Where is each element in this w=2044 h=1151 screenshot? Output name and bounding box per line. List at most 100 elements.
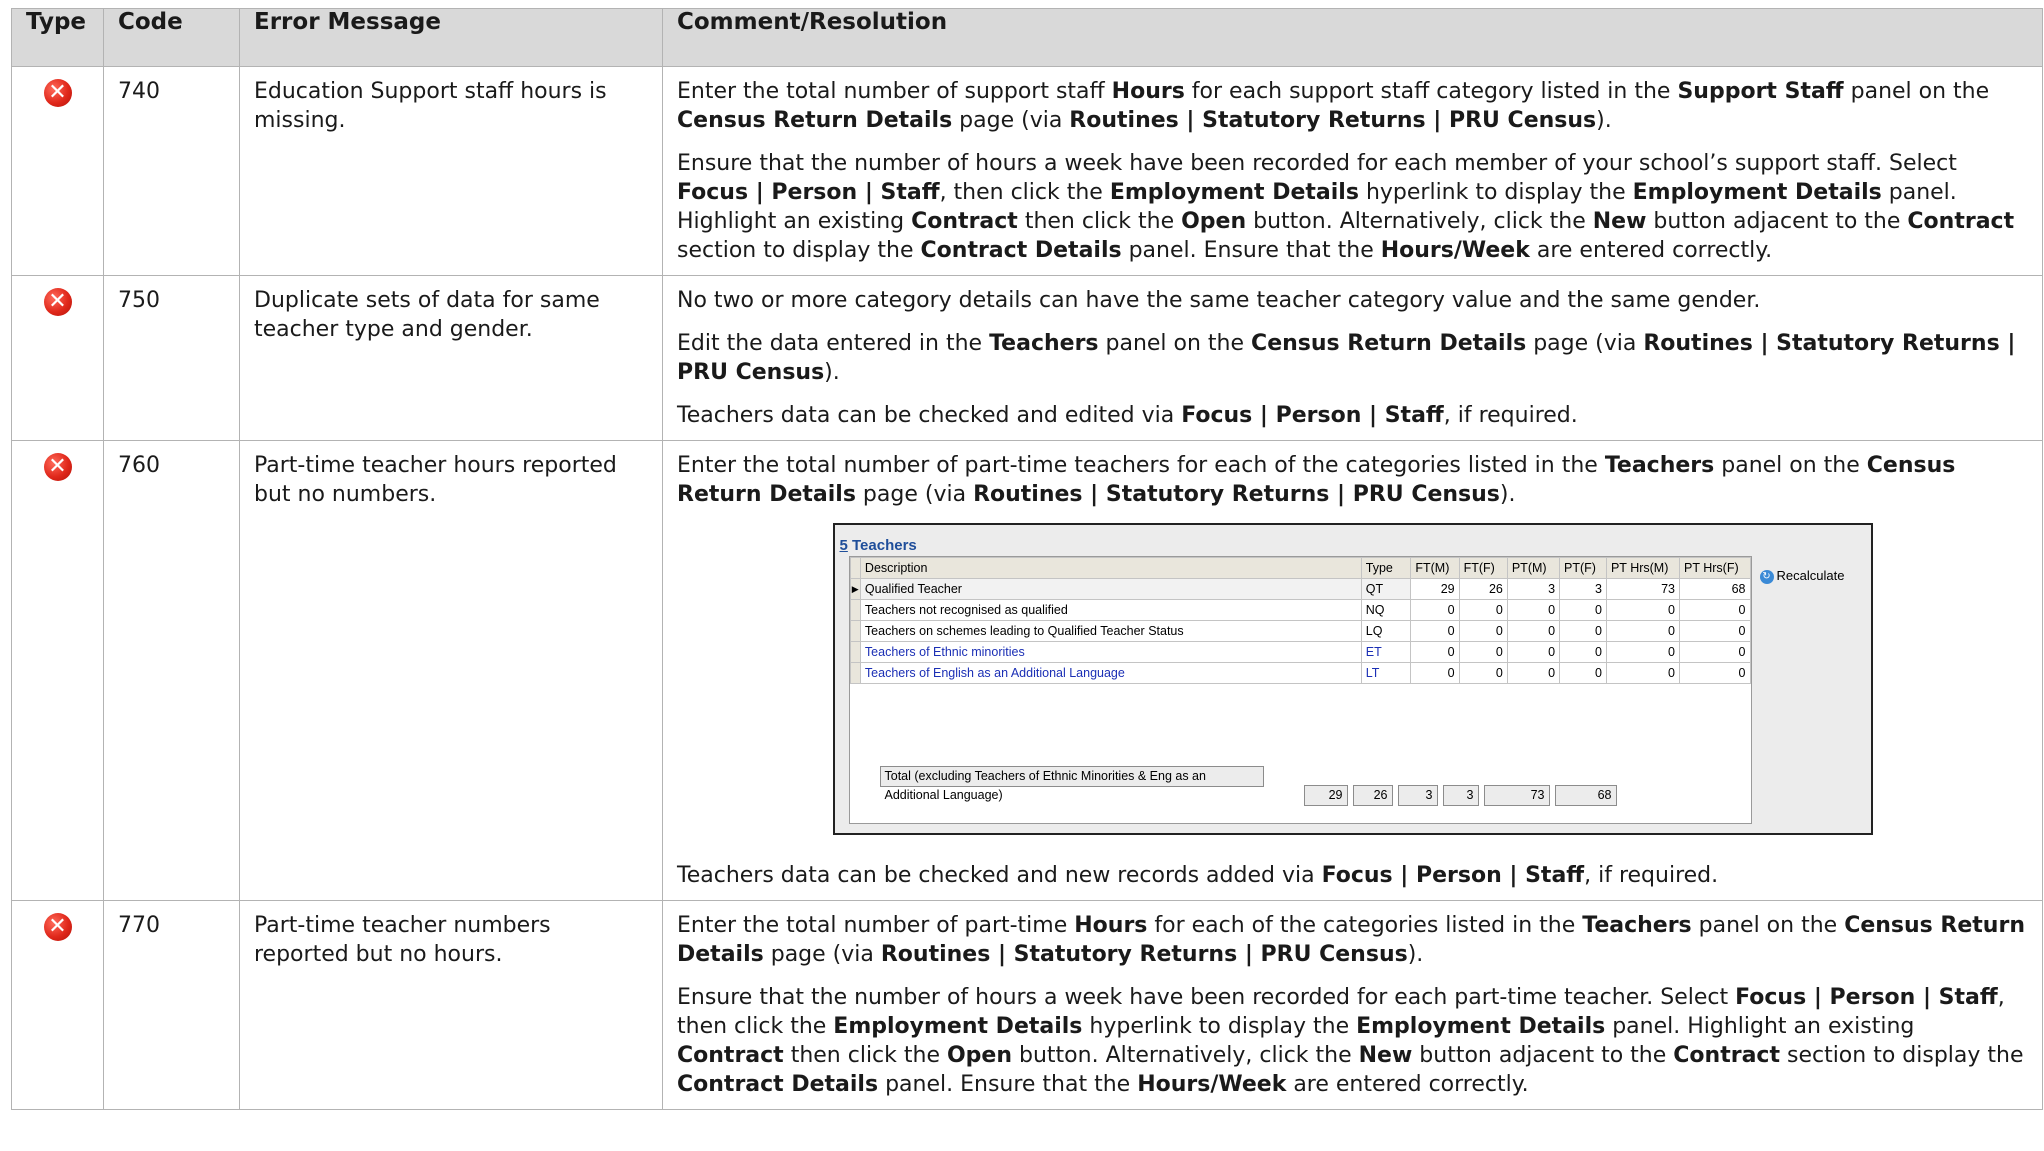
text-run: section to display the	[1779, 1043, 2024, 1068]
bold-text: New	[1358, 1043, 1413, 1068]
text-run: are entered correctly.	[1529, 238, 1773, 263]
total-value: 73	[1483, 785, 1550, 806]
row-type: QT	[1360, 578, 1412, 600]
text-run: for each support staff category listed i…	[1184, 79, 1678, 104]
row-description: Teachers of Ethnic minorities	[859, 641, 1362, 663]
row-selector	[849, 620, 861, 642]
table-row: ✕ 770 Part-time teacher numbers reported b…	[11, 900, 2043, 1110]
text-run: Ensure that the number of hours a week h…	[677, 151, 1957, 176]
table-row: ✕ 750 Duplicate sets of data for same teac…	[11, 275, 2043, 441]
text-run: ).	[1499, 482, 1516, 507]
error-icon: ✕	[43, 913, 72, 941]
row-value: 0	[1605, 599, 1681, 621]
row-selector	[849, 662, 861, 684]
bold-text: Employment Details	[1356, 1014, 1606, 1039]
code-cell: 750	[103, 275, 240, 441]
column-header: FT(F)	[1458, 557, 1508, 579]
row-value: 0	[1506, 662, 1561, 684]
text-run: page (via	[855, 482, 974, 507]
text-run: for each of the categories listed in the	[1147, 913, 1583, 938]
bold-text: Teachers	[1582, 913, 1692, 938]
bold-text: Focus | Person | Staff	[1735, 985, 1998, 1010]
text-run: page (via	[1526, 331, 1644, 356]
row-value: 3	[1506, 578, 1561, 600]
teachers-grid-header: Description Type FT(M) FT(F) PT(M) PT(F) PT Hr…	[849, 557, 1751, 579]
row-value: 0	[1605, 662, 1681, 684]
text-run: Enter the total number of part-time	[677, 913, 1075, 938]
bold-text: Contract Details	[920, 238, 1122, 263]
teachers-grid-row: ▶ Qualified Teacher QT 29 26 3 3 73 68	[849, 578, 1751, 600]
bold-text: Teachers	[1604, 453, 1715, 478]
total-value: 26	[1352, 785, 1393, 806]
row-selector	[849, 599, 861, 621]
comment-paragraph: Enter the total number of part-time teac…	[677, 451, 2028, 509]
row-description: Teachers not recognised as qualified	[859, 599, 1362, 621]
column-header: PT(F)	[1559, 557, 1607, 579]
row-type: LQ	[1360, 620, 1412, 642]
text-run: then click the	[783, 1043, 947, 1068]
row-value: 0	[1559, 641, 1607, 663]
error-message-cell: Part-time teacher hours reported but no …	[239, 440, 663, 901]
panel-number: 5	[839, 537, 848, 554]
error-message-cell: Part-time teacher numbers reported but n…	[239, 900, 663, 1110]
text-run: panel on the	[1691, 913, 1845, 938]
row-value: 0	[1458, 620, 1508, 642]
teachers-grid-row: Teachers of English as an Additional Lan…	[849, 662, 1751, 684]
row-value: 0	[1410, 662, 1460, 684]
type-cell: ✕	[11, 275, 104, 441]
text-run: panel on the	[1714, 453, 1867, 478]
error-icon: ✕	[43, 453, 72, 481]
comment-cell: No two or more category details can have…	[662, 275, 2043, 441]
row-value: 68	[1679, 578, 1751, 600]
total-value: 3	[1397, 785, 1438, 806]
comment-paragraph: Enter the total number of part-time Hour…	[677, 911, 2028, 969]
text-run: then click the	[1017, 209, 1182, 234]
bold-text: Employment Details	[1632, 180, 1882, 205]
bold-text: Focus | Person | Staff	[1321, 863, 1585, 888]
type-cell: ✕	[11, 66, 104, 276]
bold-text: Hours	[1074, 913, 1148, 938]
text-run: panel. Ensure that the	[1121, 238, 1381, 263]
recalculate-button[interactable]: ↻ Recalculate	[1759, 561, 1844, 590]
total-value: 3	[1442, 785, 1479, 806]
comment-paragraph: Ensure that the number of hours a week h…	[677, 149, 2028, 265]
text-run: Teachers data can be checked and new rec…	[677, 863, 1322, 888]
header-type: Type	[11, 8, 104, 67]
text-run: panel on the	[1843, 79, 1990, 104]
bold-text: Focus | Person | Staff	[1181, 403, 1444, 428]
text-run: ).	[1407, 942, 1424, 967]
row-description: Qualified Teacher	[859, 578, 1362, 600]
bold-text: Teachers	[989, 331, 1099, 356]
row-value: 0	[1679, 620, 1751, 642]
bold-text: Census Return Details	[1251, 331, 1527, 356]
bold-text: Hours/Week	[1137, 1072, 1287, 1097]
comment-paragraph: Edit the data entered in the Teachers pa…	[677, 329, 2028, 387]
text-run: , if required.	[1443, 403, 1578, 428]
column-header: PT Hrs(M)	[1605, 557, 1681, 579]
bold-text: Contract Details	[677, 1072, 879, 1097]
text-run: page (via	[763, 942, 881, 967]
row-value: 0	[1679, 662, 1751, 684]
error-table: Type Code Error Message Comment/Resoluti…	[11, 8, 2043, 1110]
panel-title-text: Teachers	[847, 537, 917, 554]
bold-text: Contract	[1673, 1043, 1780, 1068]
row-value: 3	[1559, 578, 1607, 600]
row-value: 73	[1605, 578, 1681, 600]
row-header-corner	[849, 557, 861, 579]
text-run: panel on the	[1098, 331, 1252, 356]
text-run: , if required.	[1584, 863, 1719, 888]
row-selector: ▶	[849, 578, 861, 600]
comment-paragraph: Enter the total number of support staff …	[677, 77, 2028, 135]
text-run: Edit the data entered in the	[677, 331, 990, 356]
text-run: panel. Ensure that the	[878, 1072, 1138, 1097]
text-run: page (via	[952, 108, 1070, 133]
comment-cell: Enter the total number of part-time Hour…	[662, 900, 2043, 1110]
total-value: 68	[1554, 785, 1617, 806]
type-cell: ✕	[11, 440, 104, 901]
table-row: ✕ 740 Education Support staff hours is mis…	[11, 66, 2043, 276]
text-run: section to display the	[677, 238, 921, 263]
row-value: 0	[1679, 641, 1751, 663]
recalculate-icon: ↻	[1759, 569, 1774, 584]
header-error-message: Error Message	[239, 8, 663, 67]
row-value: 0	[1410, 620, 1460, 642]
